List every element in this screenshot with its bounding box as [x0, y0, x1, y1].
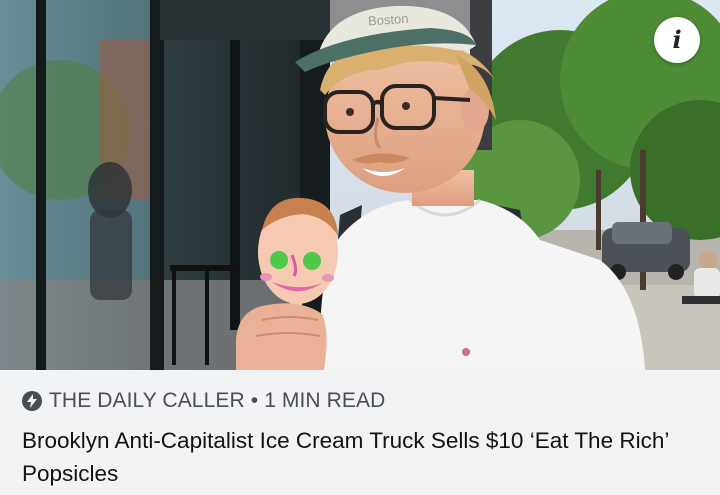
meta-separator: • — [250, 389, 259, 412]
info-icon: i — [672, 25, 682, 54]
svg-text:Boston: Boston — [367, 11, 408, 29]
article-photo[interactable]: Boston i — [0, 0, 720, 370]
read-time: 1 MIN READ — [264, 389, 386, 412]
article-card[interactable]: Boston i THE DAILY CALLER • 1 MIN READ B… — [0, 0, 720, 495]
info-button[interactable]: i — [654, 17, 700, 63]
lightning-bolt-icon — [22, 391, 42, 411]
source-name[interactable]: THE DAILY CALLER — [49, 389, 245, 413]
article-meta: THE DAILY CALLER • 1 MIN READ — [22, 388, 385, 414]
article-headline[interactable]: Brooklyn Anti-Capitalist Ice Cream Truck… — [22, 424, 702, 490]
